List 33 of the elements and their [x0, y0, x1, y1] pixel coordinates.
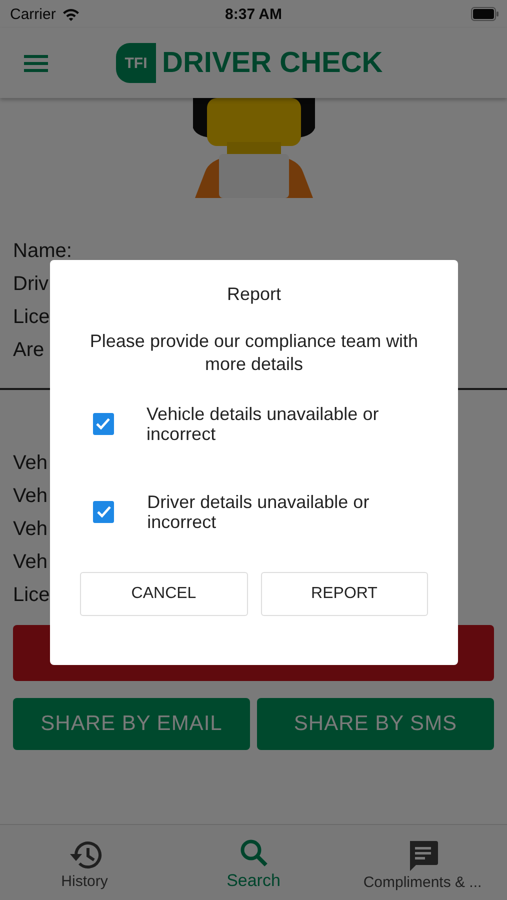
field-label: Name: — [13, 240, 72, 263]
history-icon — [68, 840, 102, 870]
check-icon — [96, 505, 112, 519]
wifi-icon — [62, 8, 80, 20]
share-button[interactable]: SHARE BY SMS — [257, 698, 494, 750]
battery-icon — [471, 7, 499, 21]
checkbox[interactable] — [93, 501, 114, 523]
checkbox[interactable] — [93, 413, 114, 435]
field-label: Veh — [13, 551, 48, 574]
share-button[interactable]: SHARE BY EMAIL — [13, 698, 250, 750]
option-label: Vehicle details unavailable or incorrect — [146, 404, 380, 444]
field-label: Veh — [13, 485, 48, 508]
field-label: Veh — [13, 452, 48, 475]
app-title: DRIVER CHECK — [162, 46, 383, 80]
tab-item[interactable]: Compliments & ... — [338, 825, 507, 900]
dialog-button[interactable]: REPORT — [260, 572, 428, 616]
tab-item[interactable]: Search — [169, 825, 338, 900]
field-label: Driv — [13, 273, 49, 296]
dialog-button[interactable]: CANCEL — [80, 572, 248, 616]
field-label: Veh — [13, 518, 48, 541]
search-icon — [238, 838, 268, 868]
option-label: Driver details unavailable or incorrect — [147, 492, 370, 532]
menu-icon[interactable] — [24, 54, 48, 72]
dialog-title: Report — [226, 284, 282, 305]
field-label: Lice — [13, 306, 50, 329]
status-time: 8:37 AM — [224, 6, 283, 22]
field-label: Lice — [13, 584, 50, 607]
tab-item[interactable]: History — [0, 825, 169, 900]
check-icon — [95, 417, 112, 431]
field-label: Are — [13, 339, 44, 362]
dialog-message: Please provide our compliance team with more details — [88, 330, 420, 376]
logo-mark: TFI — [116, 43, 156, 83]
carrier-name: Carrier — [10, 6, 56, 22]
